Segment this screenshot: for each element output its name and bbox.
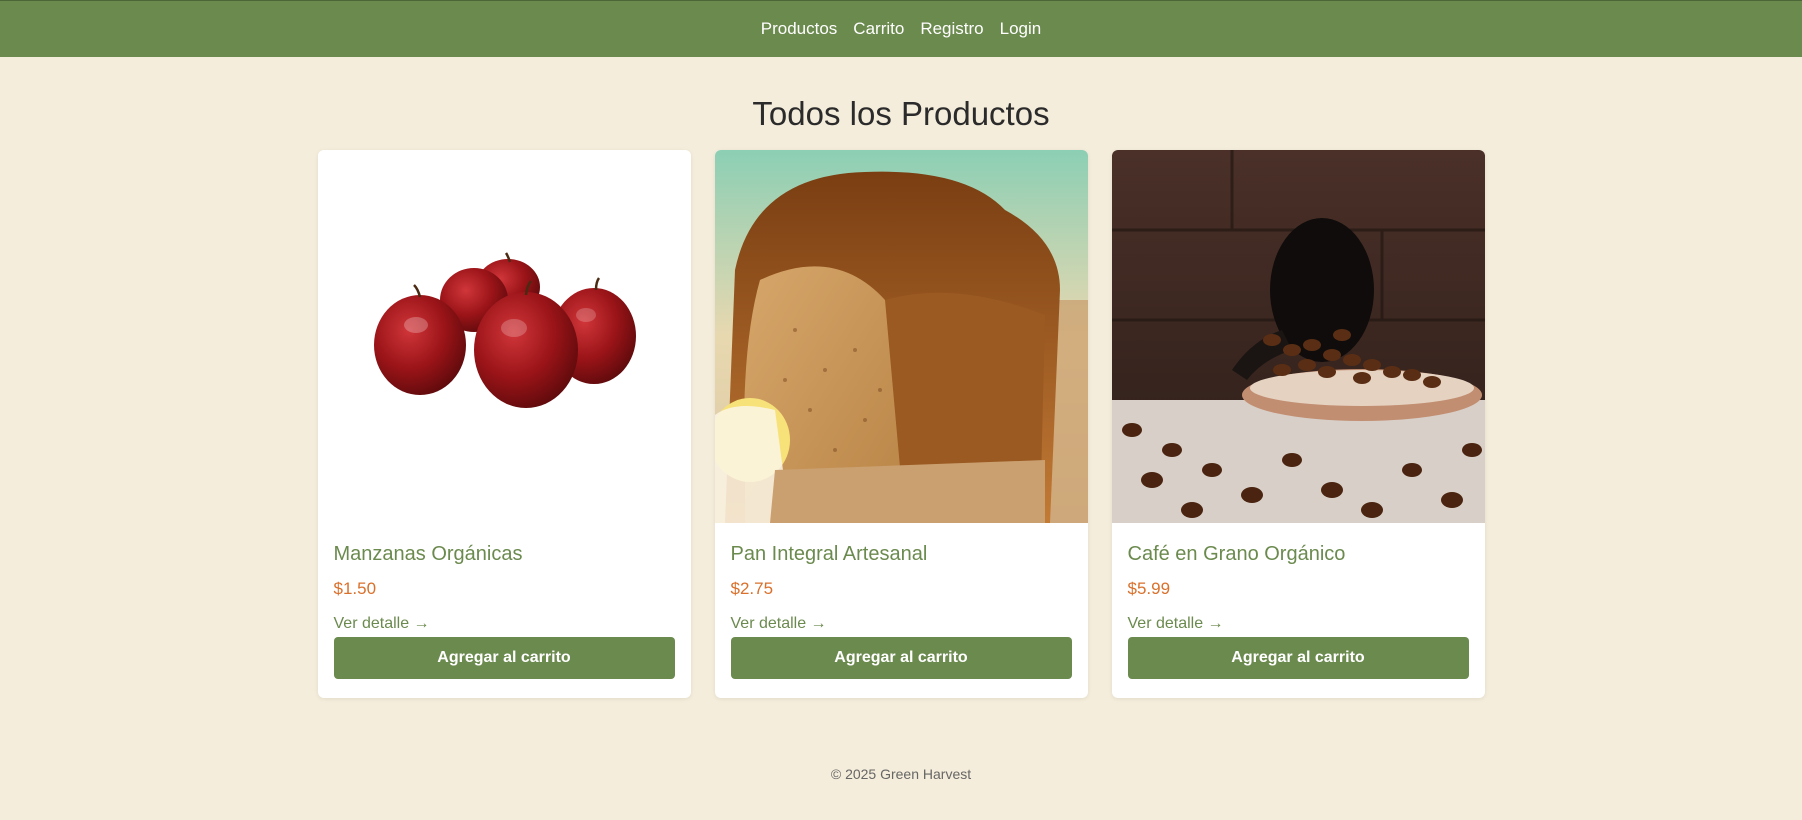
product-card: Café en Grano Orgánico $5.99 Ver detalle… [1111,150,1485,698]
product-image-coffee[interactable] [1111,150,1485,523]
add-to-cart-button[interactable]: Agregar al carrito [730,637,1072,679]
nav-link-registro[interactable]: Registro [920,19,983,39]
card-body: Manzanas Orgánicas $1.50 Ver detalle → A… [318,523,691,679]
product-image-bread[interactable] [714,150,1088,523]
footer-copyright: © 2025 Green Harvest [830,766,972,782]
nav-link-login[interactable]: Login [1000,19,1042,39]
view-detail-link[interactable]: Ver detalle → [334,613,675,635]
top-navbar: Productos Carrito Registro Login [0,0,1802,57]
product-image-apples[interactable] [317,150,691,523]
add-to-cart-button[interactable]: Agregar al carrito [1127,637,1469,679]
page-title: Todos los Productos [752,95,1050,132]
nav-link-carrito[interactable]: Carrito [853,19,904,39]
coffee-illustration [1111,150,1485,523]
card-body: Pan Integral Artesanal $2.75 Ver detalle… [715,523,1088,679]
card-body: Café en Grano Orgánico $5.99 Ver detalle… [1112,523,1485,679]
product-card: Manzanas Orgánicas $1.50 Ver detalle → A… [317,150,691,698]
apples-illustration [373,252,636,408]
product-price: $2.75 [730,579,774,598]
view-detail-link[interactable]: Ver detalle → [1128,613,1469,635]
product-name: Pan Integral Artesanal [730,543,928,565]
product-name: Manzanas Orgánicas [333,543,523,565]
product-card: Pan Integral Artesanal $2.75 Ver detalle… [714,150,1088,698]
add-to-cart-button[interactable]: Agregar al carrito [333,637,675,679]
nav-link-productos[interactable]: Productos [761,19,838,39]
product-name: Café en Grano Orgánico [1127,543,1346,565]
view-detail-link[interactable]: Ver detalle → [731,613,1072,635]
product-price: $1.50 [333,579,377,598]
product-grid: Manzanas Orgánicas $1.50 Ver detalle → A… [0,150,1802,698]
product-price: $5.99 [1127,579,1171,598]
bread-illustration [714,150,1088,523]
